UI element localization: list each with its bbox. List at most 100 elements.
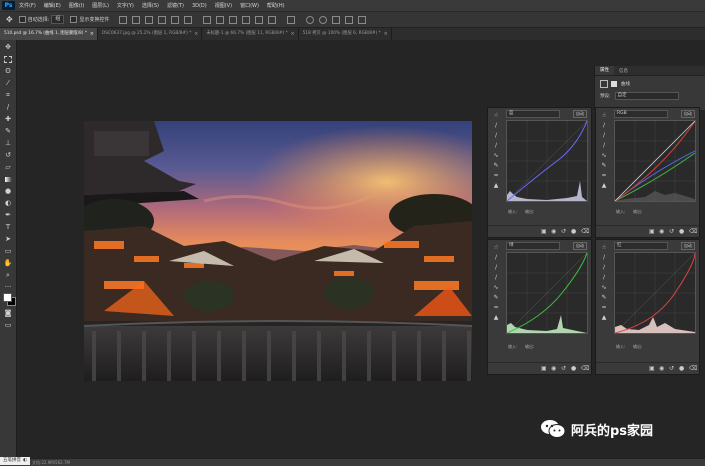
3d-mode-icon[interactable] [306,15,315,24]
curve-point-icon[interactable]: ∿ [599,283,609,293]
align-hcenter-icon[interactable] [171,15,180,24]
ime-indicator[interactable]: 五笔拼音 ◐ [0,457,30,465]
gray-point-eyedropper-icon[interactable]: ∕ [491,131,501,141]
tab-document-1[interactable]: 510.psd @ 16.7% (曲线 1, 图层蒙版/8) * × [0,28,98,40]
visibility-icon[interactable]: ● [571,229,576,235]
reset-icon[interactable]: ↺ [561,366,566,372]
white-point-eyedropper-icon[interactable]: ∕ [491,141,501,151]
auto-button[interactable]: 自动 [573,242,587,250]
smooth-icon[interactable]: ≈ [599,303,609,313]
menu-view[interactable]: 视图(V) [215,2,232,9]
magic-wand-icon[interactable]: ⁄ [3,78,13,88]
preset-dropdown[interactable]: 自定 [614,92,679,100]
align-top-icon[interactable] [119,15,128,24]
auto-button[interactable]: 自动 [681,110,695,118]
reset-icon[interactable]: ↺ [669,229,674,235]
distribute-left-icon[interactable] [242,15,251,24]
visibility-icon[interactable]: ● [679,366,684,372]
tab-info[interactable]: 信息 [614,68,633,74]
distribute-bottom-icon[interactable] [229,15,238,24]
clipping-warning-icon[interactable]: ▲ [491,181,501,191]
white-point-eyedropper-icon[interactable]: ∕ [599,273,609,283]
show-transform-option[interactable]: 显示变换控件 [70,16,109,23]
pencil-icon[interactable]: ✎ [491,161,501,171]
align-bottom-icon[interactable] [145,15,154,24]
distribute-vcenter-icon[interactable] [216,15,225,24]
mask-icon[interactable] [611,81,617,87]
tab-document-4[interactable]: 518 拷贝 @ 100% (图层 6, RGB/8#) * × [299,28,392,40]
more-tools-icon[interactable]: ··· [3,282,13,292]
move-tool-icon[interactable]: ✥ [6,15,13,24]
3d-slide-icon[interactable] [358,15,367,24]
auto-select-checkbox[interactable] [18,16,26,23]
white-point-eyedropper-icon[interactable]: ∕ [491,273,501,283]
targeted-adjust-icon[interactable]: ☝ [599,243,609,253]
move-icon[interactable]: ✥ [3,42,13,52]
close-icon[interactable]: × [194,28,198,40]
distribute-hcenter-icon[interactable] [255,15,264,24]
view-previous-icon[interactable]: ◉ [551,229,556,235]
path-select-icon[interactable]: ➤ [3,234,13,244]
menu-help[interactable]: 帮助(H) [267,2,285,9]
distribute-right-icon[interactable] [268,15,277,24]
view-previous-icon[interactable]: ◉ [659,366,664,372]
clipping-warning-icon[interactable]: ▲ [599,181,609,191]
type-icon[interactable]: T [3,222,13,232]
curve-point-icon[interactable]: ∿ [491,151,501,161]
stamp-icon[interactable]: ⊥ [3,138,13,148]
menu-type[interactable]: 文字(Y) [117,2,134,9]
3d-rotate-icon[interactable] [319,15,328,24]
menu-filter[interactable]: 滤镜(T) [167,2,184,9]
white-point-eyedropper-icon[interactable]: ∕ [599,141,609,151]
delete-icon[interactable]: ⌫ [581,366,589,372]
color-swatches[interactable] [0,292,16,306]
auto-button[interactable]: 自动 [681,242,695,250]
pencil-icon[interactable]: ✎ [491,293,501,303]
curve-graph[interactable] [506,252,588,334]
black-point-eyedropper-icon[interactable]: ∕ [599,253,609,263]
curve-point-icon[interactable]: ∿ [491,283,501,293]
visibility-icon[interactable]: ● [679,229,684,235]
quick-mask-icon[interactable]: ◙ [3,308,13,318]
targeted-adjust-icon[interactable]: ☝ [491,243,501,253]
shape-icon[interactable]: ▭ [3,246,13,256]
channel-dropdown[interactable]: RGB [614,110,668,118]
close-icon[interactable]: × [90,28,94,40]
menu-edit[interactable]: 编辑(E) [44,2,61,9]
close-icon[interactable]: × [384,28,388,40]
marquee-icon[interactable] [3,54,13,64]
blur-icon[interactable]: ● [3,186,13,196]
healing-icon[interactable]: ✚ [3,114,13,124]
auto-align-icon[interactable] [287,15,296,24]
tab-document-2[interactable]: DSC0637.jpg @ 25.2% (图层 1, RGB/8#) * × [98,28,203,40]
smooth-icon[interactable]: ≈ [491,171,501,181]
close-icon[interactable]: × [290,28,294,40]
auto-select-option[interactable]: 自动选择: 组 [18,15,65,24]
foreground-color[interactable] [3,293,12,302]
menu-layer[interactable]: 图层(L) [92,2,109,9]
smooth-icon[interactable]: ≈ [491,303,501,313]
reset-icon[interactable]: ↺ [561,229,566,235]
gray-point-eyedropper-icon[interactable]: ∕ [599,263,609,273]
visibility-icon[interactable]: ● [571,366,576,372]
3d-roll-icon[interactable] [332,15,341,24]
document-canvas[interactable] [84,121,472,381]
tab-properties[interactable]: 属性 [595,66,614,75]
black-point-eyedropper-icon[interactable]: ∕ [491,253,501,263]
gray-point-eyedropper-icon[interactable]: ∕ [599,131,609,141]
channel-dropdown[interactable]: 蓝 [506,110,560,118]
show-transform-checkbox[interactable] [70,16,78,23]
black-point-eyedropper-icon[interactable]: ∕ [599,121,609,131]
lasso-icon[interactable]: ʘ [3,66,13,76]
distribute-top-icon[interactable] [203,15,212,24]
dodge-icon[interactable]: ◐ [3,198,13,208]
pen-icon[interactable]: ✒ [3,210,13,220]
black-point-eyedropper-icon[interactable]: ∕ [491,121,501,131]
eraser-icon[interactable]: ▱ [3,162,13,172]
curve-graph[interactable] [506,120,588,202]
channel-dropdown[interactable]: 绿 [506,242,560,250]
align-left-icon[interactable] [158,15,167,24]
pencil-icon[interactable]: ✎ [599,161,609,171]
history-brush-icon[interactable]: ↺ [3,150,13,160]
photoshop-logo[interactable]: Ps [2,1,15,10]
